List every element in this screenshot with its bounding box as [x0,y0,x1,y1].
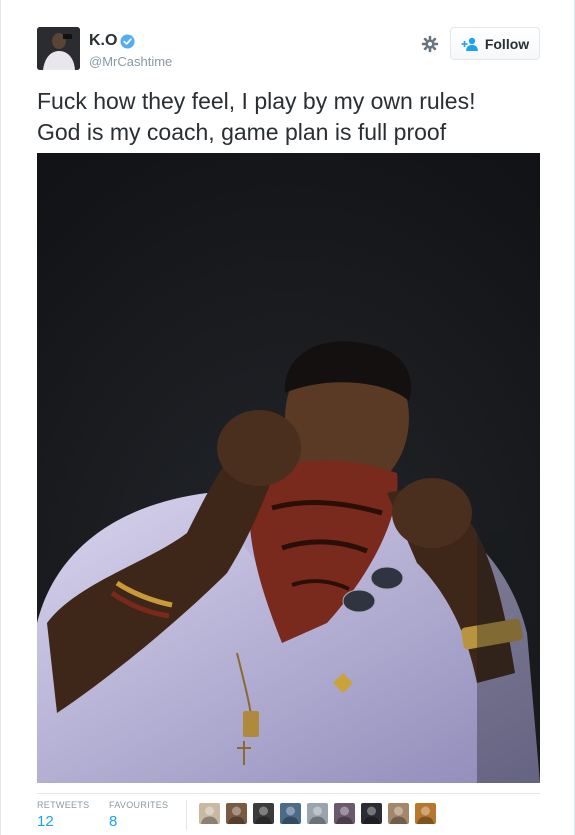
avatar-photo-icon [280,803,301,824]
avatar-photo-icon [307,803,328,824]
favoriter-avatar[interactable] [253,803,274,824]
tweet-photo[interactable] [37,153,540,783]
favoriter-avatar[interactable] [415,803,436,824]
avatar-photo-icon [361,803,382,824]
favoriter-avatar[interactable] [361,803,382,824]
user-name-row[interactable]: K.O [89,32,135,50]
avatar-photo-icon [199,803,220,824]
favoriter-avatar[interactable] [388,803,409,824]
user-handle[interactable]: @MrCashtime [89,54,172,69]
favourites-stat[interactable]: FAVOURITES 8 [109,800,168,830]
person-add-icon [461,37,478,51]
display-name[interactable]: K.O [89,32,117,50]
avatar-photo-icon [226,803,247,824]
favoriters-list [199,803,442,824]
favoriter-avatar[interactable] [307,803,328,824]
favourites-label: FAVOURITES [109,800,169,810]
tweet-line-1: Fuck how they feel, I play by my own rul… [37,88,476,114]
stats-vertical-divider [186,800,187,830]
favoriter-avatar[interactable] [199,803,220,824]
avatar-photo-icon [415,803,436,824]
retweets-label: RETWEETS [37,800,90,810]
avatar-photo-icon [253,803,274,824]
follow-label: Follow [484,35,530,52]
favoriter-avatar[interactable] [226,803,247,824]
follow-button[interactable]: Follow [450,27,540,60]
tweet-line-2: God is my coach, game plan is full proof [37,119,447,145]
stats-divider [37,793,540,794]
favoriter-avatar[interactable] [280,803,301,824]
verified-badge-icon [120,33,135,49]
favoriter-avatar[interactable] [334,803,355,824]
avatar-photo-icon [388,803,409,824]
retweets-stat[interactable]: RETWEETS 12 [37,800,89,830]
tweet-text: Fuck how they feel, I play by my own rul… [37,86,547,148]
photo-image [37,153,540,783]
avatar-photo-icon [334,803,355,824]
tweet-card: K.O @MrCashtime Follow Fuck how they fee… [0,0,575,835]
favourites-count[interactable]: 8 [109,813,168,830]
retweets-count[interactable]: 12 [37,813,89,830]
avatar[interactable] [37,27,80,70]
gear-icon[interactable] [421,35,439,53]
avatar-photo-icon [37,27,80,70]
